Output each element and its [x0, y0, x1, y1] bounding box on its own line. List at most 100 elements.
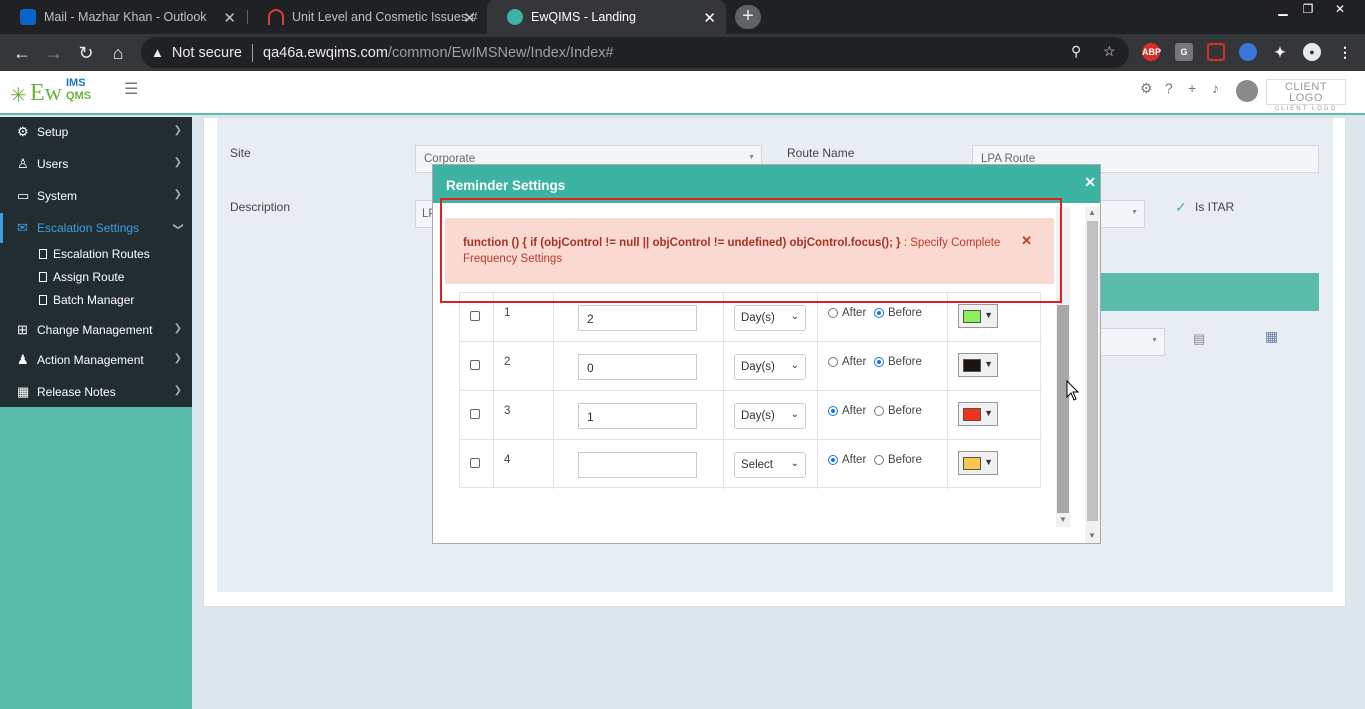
notification-bell-icon[interactable]: ♪ — [1212, 80, 1219, 96]
browser-tab-outlook[interactable]: Mail - Mazhar Khan - Outlook ✕ — [0, 0, 246, 34]
color-swatch — [963, 457, 981, 470]
after-radio[interactable]: After — [828, 356, 866, 368]
scrollbar-thumb[interactable] — [1087, 221, 1098, 521]
section-header-bar — [1099, 273, 1319, 311]
sidebar-item-change-management[interactable]: ⊞ Change Management ❯ — [0, 315, 192, 345]
outlook-icon — [20, 9, 36, 25]
home-icon[interactable]: ⌂ — [105, 40, 131, 66]
before-label: Before — [888, 405, 922, 417]
logo-ims: IMS — [66, 77, 86, 89]
sidebar-item-escalation-settings[interactable]: ✉ Escalation Settings ❯ — [0, 213, 192, 243]
close-icon[interactable]: ✕ — [1084, 174, 1096, 191]
radio-circle — [874, 308, 884, 318]
color-picker[interactable]: ▼ — [958, 353, 998, 377]
unit-select[interactable]: Day(s) ⌄ — [734, 305, 806, 331]
settings-gear-icon[interactable]: ⚙ — [1140, 80, 1153, 97]
before-radio[interactable]: Before — [874, 356, 922, 368]
document-icon — [39, 249, 47, 259]
frequency-value-input[interactable]: 0 — [578, 354, 697, 380]
new-tab-button[interactable]: + — [735, 5, 761, 29]
security-label: Not secure — [171, 44, 242, 61]
sidebar-subitem-assign-route[interactable]: Assign Route — [39, 267, 124, 287]
unit-select[interactable]: Day(s) ⌄ — [734, 354, 806, 380]
bookmark-star-icon[interactable]: ☆ — [1103, 43, 1116, 60]
reload-icon[interactable]: ↻ — [73, 40, 99, 66]
grammar-extension-icon[interactable]: G — [1175, 43, 1193, 61]
obscured-select-2[interactable]: ▼ — [1099, 328, 1165, 356]
color-swatch — [963, 408, 981, 421]
index-cell: 2 — [494, 342, 554, 391]
after-radio[interactable]: After — [828, 454, 866, 466]
restore-button[interactable]: ❐ — [1293, 0, 1323, 18]
close-icon[interactable]: ✕ — [223, 9, 236, 27]
monitor-icon: ▭ — [17, 188, 30, 203]
value-cell: 1 — [554, 391, 724, 440]
before-radio[interactable]: Before — [874, 405, 922, 417]
chrome-extension-icon[interactable] — [1239, 43, 1257, 61]
unit-select[interactable]: Day(s) ⌄ — [734, 403, 806, 429]
obscured-select[interactable]: ▼ — [1099, 200, 1145, 228]
pdf-extension-icon[interactable] — [1207, 43, 1225, 61]
puzzle-icon[interactable]: ✦ — [1271, 43, 1289, 61]
window-close-button[interactable]: ✕ — [1325, 0, 1355, 18]
browser-tab-issues[interactable]: Unit Level and Cosmetic Issues # ✕ — [248, 0, 486, 34]
scrollbar-thumb[interactable] — [1057, 305, 1069, 513]
timing-cell: After Before — [818, 440, 948, 489]
sidebar-item-release-notes[interactable]: ▦ Release Notes ❯ — [0, 377, 192, 407]
address-bar[interactable]: ▲ Not secure qa46a.ewqims.com /common/Ew… — [141, 37, 1129, 68]
sidebar-item-system[interactable]: ▭ System ❯ — [0, 181, 192, 211]
ewqims-logo[interactable]: ✳ Ew IMS QMS — [10, 77, 94, 109]
sidebar-item-label: Change Management — [37, 323, 153, 337]
frequency-value-input[interactable]: 1 — [578, 403, 697, 429]
after-radio[interactable]: After — [828, 307, 866, 319]
table-icon[interactable]: ▦ — [1265, 328, 1278, 345]
table-row: 3 1 Day(s) ⌄ After Before ▼ — [460, 391, 1042, 440]
close-icon[interactable]: ✕ — [463, 9, 476, 27]
clipboard-icon[interactable]: ▤ — [1193, 331, 1205, 347]
row-checkbox[interactable] — [470, 409, 480, 419]
scroll-down-arrow-icon[interactable]: ▼ — [1088, 531, 1096, 540]
forward-icon[interactable]: → — [41, 40, 67, 66]
chevron-right-icon: ❯ — [173, 385, 182, 396]
sitemap-icon: ⊞ — [17, 322, 28, 337]
menu-kebab-icon[interactable]: ⋮ — [1336, 43, 1354, 61]
sidebar-item-users[interactable]: ♙ Users ❯ — [0, 149, 192, 179]
checkmark-icon[interactable]: ✓ — [1175, 199, 1187, 216]
color-swatch — [963, 359, 981, 372]
color-picker[interactable]: ▼ — [958, 451, 998, 475]
adblock-icon[interactable]: ABP — [1142, 43, 1161, 61]
chevron-down-icon: ⌄ — [790, 409, 799, 420]
sidebar-subitem-batch-manager[interactable]: Batch Manager — [39, 290, 134, 310]
help-icon[interactable]: ? — [1165, 80, 1173, 96]
zoom-icon[interactable]: ⚲ — [1071, 43, 1081, 60]
color-picker[interactable]: ▼ — [958, 304, 998, 328]
unit-select[interactable]: Select ⌄ — [734, 452, 806, 478]
user-avatar[interactable] — [1236, 80, 1258, 102]
before-radio[interactable]: Before — [874, 454, 922, 466]
sidebar-item-setup[interactable]: ⚙ Setup ❯ — [0, 117, 192, 147]
before-radio[interactable]: Before — [874, 307, 922, 319]
caret-down-icon: ▼ — [1151, 337, 1158, 344]
row-checkbox[interactable] — [470, 360, 480, 370]
frequency-value-input[interactable] — [578, 452, 697, 478]
color-picker[interactable]: ▼ — [958, 402, 998, 426]
row-checkbox[interactable] — [470, 311, 480, 321]
caret-down-icon: ▼ — [748, 154, 755, 161]
checkbox-cell — [460, 391, 494, 440]
sidebar-subitem-escalation-routes[interactable]: Escalation Routes — [39, 244, 150, 264]
modal-scrollbar[interactable]: ▲ ▼ — [1085, 207, 1100, 543]
sidebar-item-action-management[interactable]: ♟ Action Management ❯ — [0, 345, 192, 375]
row-checkbox[interactable] — [470, 458, 480, 468]
scroll-down-arrow-icon[interactable]: ▼ — [1059, 515, 1067, 524]
profile-icon[interactable]: ● — [1303, 43, 1321, 61]
sidebar-subitem-label: Assign Route — [53, 270, 125, 284]
frequency-value-input[interactable]: 2 — [578, 305, 697, 331]
browser-tab-ewqims[interactable]: EwQIMS - Landing ✕ — [487, 0, 726, 34]
back-icon[interactable]: ← — [9, 40, 35, 66]
after-radio[interactable]: After — [828, 405, 866, 417]
hamburger-menu-icon[interactable]: ☰ — [124, 79, 138, 99]
close-icon[interactable]: ✕ — [703, 9, 716, 27]
row-index: 4 — [504, 454, 511, 466]
scroll-up-arrow-icon[interactable]: ▲ — [1088, 208, 1096, 217]
add-icon[interactable]: + — [1188, 80, 1196, 96]
